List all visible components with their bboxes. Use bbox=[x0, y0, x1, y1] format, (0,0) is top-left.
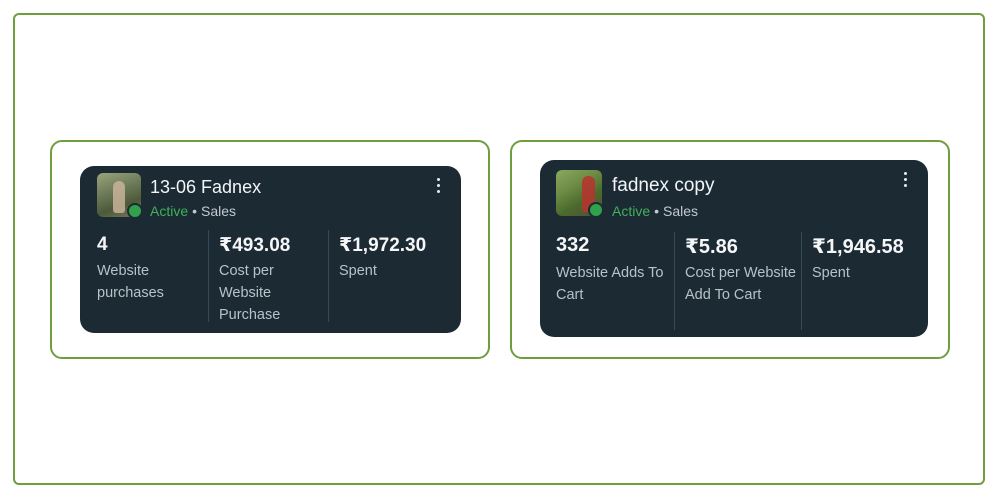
metric-cost-per-result[interactable]: ₹5.86 Cost per Website Add To Cart bbox=[674, 232, 801, 330]
metric-cost-per-result[interactable]: ₹493.08 Cost per Website Purchase bbox=[208, 230, 328, 323]
metric-label: Website Adds To Cart bbox=[556, 265, 664, 303]
metric-value: ₹1,946.58 bbox=[812, 236, 904, 258]
status-line: Active • Sales bbox=[612, 203, 698, 219]
status-separator: • bbox=[654, 203, 660, 219]
metric-spent[interactable]: ₹1,972.30 Spent bbox=[328, 230, 461, 322]
more-vertical-icon[interactable] bbox=[433, 178, 443, 196]
metric-label: Website purchases bbox=[97, 263, 164, 301]
active-status-dot bbox=[588, 202, 604, 218]
metric-spent[interactable]: ₹1,946.58 Spent bbox=[801, 232, 928, 330]
metric-label: Cost per Website Purchase bbox=[219, 263, 281, 323]
status-separator: • bbox=[192, 203, 198, 219]
status-label: Active bbox=[150, 203, 189, 219]
metric-label: Cost per Website Add To Cart bbox=[685, 265, 796, 303]
active-status-dot bbox=[127, 203, 143, 219]
ad-name[interactable]: fadnex copy bbox=[612, 175, 714, 197]
status-line: Active • Sales bbox=[150, 203, 236, 219]
metric-results[interactable]: 4 Website purchases bbox=[87, 230, 208, 322]
ad-name[interactable]: 13-06 Fadnex bbox=[150, 177, 261, 198]
metric-value: ₹1,972.30 bbox=[339, 235, 427, 256]
metric-value: ₹493.08 bbox=[219, 235, 291, 256]
metrics-row: 332 Website Adds To Cart ₹5.86 Cost per … bbox=[540, 232, 928, 330]
metric-label: Spent bbox=[812, 265, 850, 281]
status-label: Active bbox=[612, 203, 651, 219]
more-vertical-icon[interactable] bbox=[900, 172, 910, 190]
metric-value: 332 bbox=[556, 234, 590, 256]
metric-label: Spent bbox=[339, 263, 377, 279]
metric-results[interactable]: 332 Website Adds To Cart bbox=[546, 232, 674, 330]
ad-card-2[interactable]: fadnex copy Active • Sales 332 Website Add… bbox=[540, 160, 928, 337]
objective-label: Sales bbox=[663, 203, 699, 219]
thumbnail-person-figure bbox=[113, 181, 125, 213]
metric-value: ₹5.86 bbox=[685, 236, 738, 258]
metric-value: 4 bbox=[97, 234, 108, 255]
metrics-row: 4 Website purchases ₹493.08 Cost per Web… bbox=[80, 230, 461, 323]
objective-label: Sales bbox=[201, 203, 237, 219]
ad-card-1[interactable]: 13-06 Fadnex Active • Sales 4 Website purc… bbox=[80, 166, 461, 333]
